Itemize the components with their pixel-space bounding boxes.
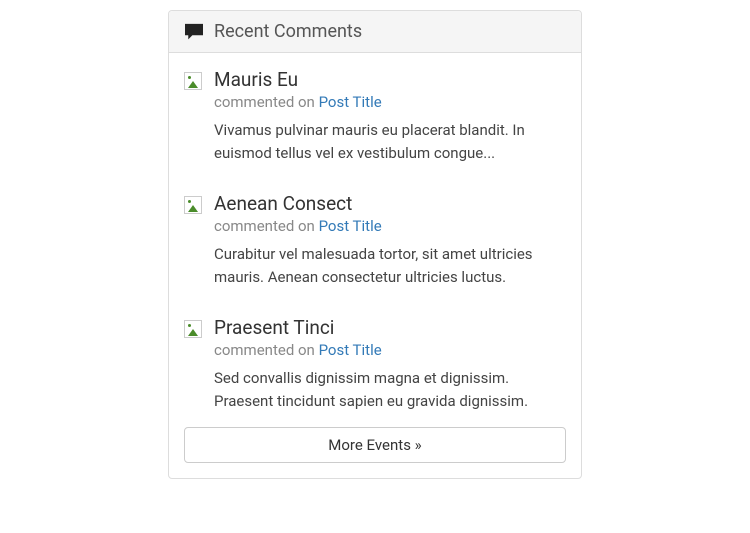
comment-body: Sed convallis dignissim magna et digniss… <box>214 367 566 412</box>
post-title-link[interactable]: Post Title <box>319 93 382 111</box>
comment-meta-prefix: commented on <box>214 217 319 235</box>
comment-item: Mauris Eu commented on Post Title Vivamu… <box>184 68 566 164</box>
more-events-button[interactable]: More Events » <box>184 427 566 463</box>
avatar-broken-icon <box>184 320 202 338</box>
comment-author: Praesent Tinci <box>214 316 566 339</box>
avatar-broken-icon <box>184 196 202 214</box>
comment-author: Aenean Consect <box>214 192 566 215</box>
comment-meta: commented on Post Title <box>214 217 566 235</box>
comment-icon <box>184 23 204 41</box>
comment-body: Curabitur vel malesuada tortor, sit amet… <box>214 243 566 288</box>
recent-comments-panel: Recent Comments Mauris Eu commented on P… <box>168 10 582 479</box>
comment-item: Praesent Tinci commented on Post Title S… <box>184 316 566 412</box>
panel-body: Mauris Eu commented on Post Title Vivamu… <box>169 53 581 478</box>
comment-meta: commented on Post Title <box>214 93 566 111</box>
comment-item: Aenean Consect commented on Post Title C… <box>184 192 566 288</box>
comment-body: Vivamus pulvinar mauris eu placerat blan… <box>214 119 566 164</box>
comment-meta: commented on Post Title <box>214 341 566 359</box>
panel-header: Recent Comments <box>169 11 581 53</box>
comment-content: Aenean Consect commented on Post Title C… <box>214 192 566 288</box>
comment-meta-prefix: commented on <box>214 341 319 359</box>
avatar-broken-icon <box>184 72 202 90</box>
comment-content: Mauris Eu commented on Post Title Vivamu… <box>214 68 566 164</box>
comment-author: Mauris Eu <box>214 68 566 91</box>
comment-content: Praesent Tinci commented on Post Title S… <box>214 316 566 412</box>
post-title-link[interactable]: Post Title <box>319 341 382 359</box>
post-title-link[interactable]: Post Title <box>319 217 382 235</box>
panel-title: Recent Comments <box>214 21 362 42</box>
comment-meta-prefix: commented on <box>214 93 319 111</box>
